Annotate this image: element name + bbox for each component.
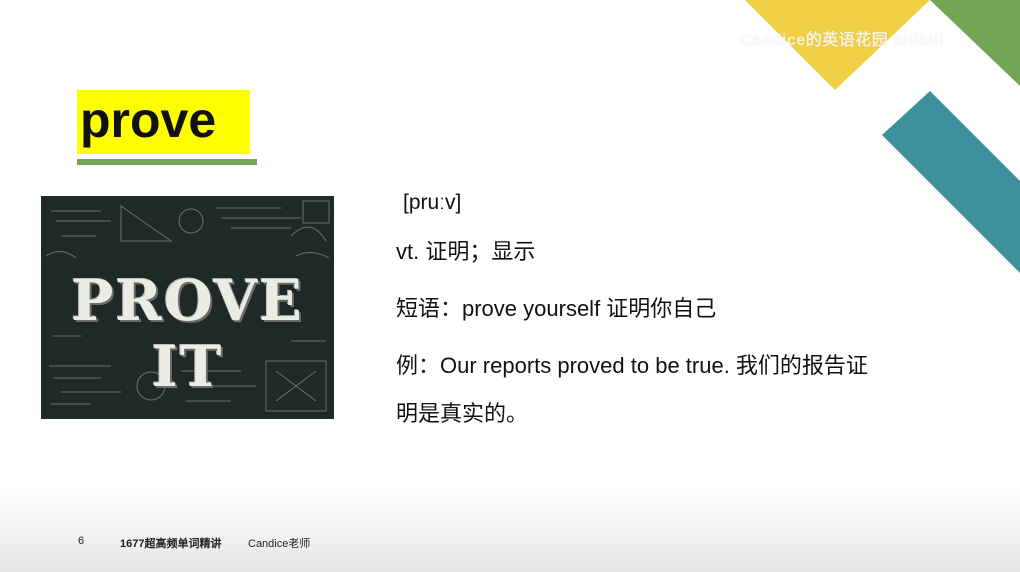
example-line-1: 例：Our reports proved to be true. 我们的报告证 — [396, 353, 868, 378]
page-number: 6 — [78, 535, 85, 547]
bilibili-watermark: Candice的英语花园 bilibili — [740, 32, 944, 49]
green-triangle — [930, 0, 1020, 86]
chalk-title: PROVE IT — [71, 268, 304, 400]
example-line-2: 明是真实的。 — [396, 401, 529, 426]
definition: vt. 证明；显示 — [396, 239, 536, 264]
course-title: 1677超高频单词精讲 — [120, 538, 222, 550]
word-underline — [77, 159, 257, 165]
vocab-word: prove — [80, 92, 217, 148]
chalkboard-image: PROVE IT — [41, 196, 334, 419]
teacher-name: Candice老师 — [248, 538, 311, 550]
phonetic: [pruːv] — [403, 191, 462, 214]
phrase: 短语：prove yourself 证明你自己 — [396, 296, 717, 321]
teal-band — [882, 91, 1020, 273]
